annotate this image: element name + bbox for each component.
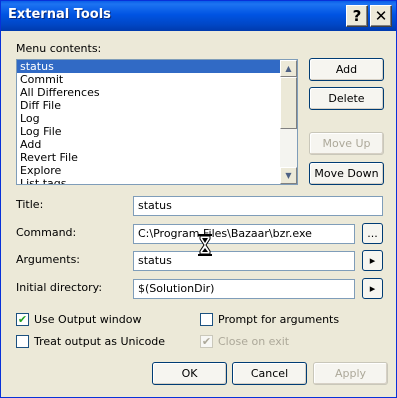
add-button[interactable]: Add	[309, 58, 384, 81]
list-item[interactable]: Revert File	[17, 151, 281, 164]
list-item[interactable]: Log File	[17, 125, 281, 138]
menu-items-container: status Commit All Differences Diff File Log L…	[17, 60, 281, 184]
command-label: Command:	[16, 226, 77, 239]
scroll-down-arrow-icon[interactable]: ▼	[280, 167, 297, 184]
help-button[interactable]: ?	[346, 5, 368, 27]
menu-contents-list[interactable]: status Commit All Differences Diff File Log L…	[16, 59, 298, 185]
scroll-up-arrow-icon[interactable]: ▲	[280, 60, 297, 77]
list-item[interactable]: Log	[17, 112, 281, 125]
external-tools-dialog: External Tools ? ✕ Menu contents: status…	[0, 0, 397, 398]
treat-output-unicode-label: Treat output as Unicode	[34, 335, 166, 348]
title-label: Title:	[16, 198, 44, 211]
browse-button[interactable]: ...	[362, 223, 383, 244]
close-on-exit-label: Close on exit	[218, 335, 290, 348]
ok-button[interactable]: OK	[152, 362, 227, 385]
list-item[interactable]: Commit	[17, 73, 281, 86]
close-button[interactable]: ✕	[370, 5, 392, 27]
close-on-exit-checkbox[interactable]: ✔	[200, 335, 213, 348]
arguments-arrow-icon[interactable]: ▸	[362, 250, 383, 271]
prompt-for-arguments-checkbox[interactable]	[200, 313, 213, 326]
list-item[interactable]: List tags	[17, 177, 281, 184]
list-item[interactable]: status	[17, 60, 281, 73]
command-field[interactable]: C:\Program Files\Bazaar\bzr.exe	[133, 224, 355, 244]
scroll-thumb[interactable]	[280, 77, 297, 129]
title-bar[interactable]: External Tools ? ✕	[1, 1, 396, 31]
list-scrollbar[interactable]: ▲ ▼	[280, 60, 297, 184]
move-up-button[interactable]: Move Up	[309, 132, 384, 155]
arguments-field[interactable]: status	[133, 251, 355, 271]
list-item[interactable]: Explore	[17, 164, 281, 177]
prompt-for-arguments-label: Prompt for arguments	[218, 313, 340, 326]
dialog-title: External Tools	[8, 7, 111, 22]
treat-output-unicode-checkbox[interactable]	[16, 335, 29, 348]
list-item[interactable]: Add	[17, 138, 281, 151]
title-field[interactable]: status	[133, 196, 383, 216]
list-item[interactable]: Diff File	[17, 99, 281, 112]
use-output-window-checkbox[interactable]: ✔	[16, 313, 29, 326]
delete-button[interactable]: Delete	[309, 87, 384, 110]
initial-directory-field[interactable]: $(SolutionDir)	[133, 279, 355, 299]
initial-directory-label: Initial directory:	[16, 281, 103, 294]
arguments-label: Arguments:	[16, 253, 81, 266]
initial-directory-arrow-icon[interactable]: ▸	[362, 278, 383, 299]
use-output-window-label: Use Output window	[34, 313, 142, 326]
hourglass-cursor-icon	[198, 234, 212, 256]
move-down-button[interactable]: Move Down	[309, 162, 384, 185]
apply-button[interactable]: Apply	[313, 362, 388, 385]
cancel-button[interactable]: Cancel	[232, 362, 307, 385]
menu-contents-label: Menu contents:	[16, 42, 102, 55]
list-item[interactable]: All Differences	[17, 86, 281, 99]
